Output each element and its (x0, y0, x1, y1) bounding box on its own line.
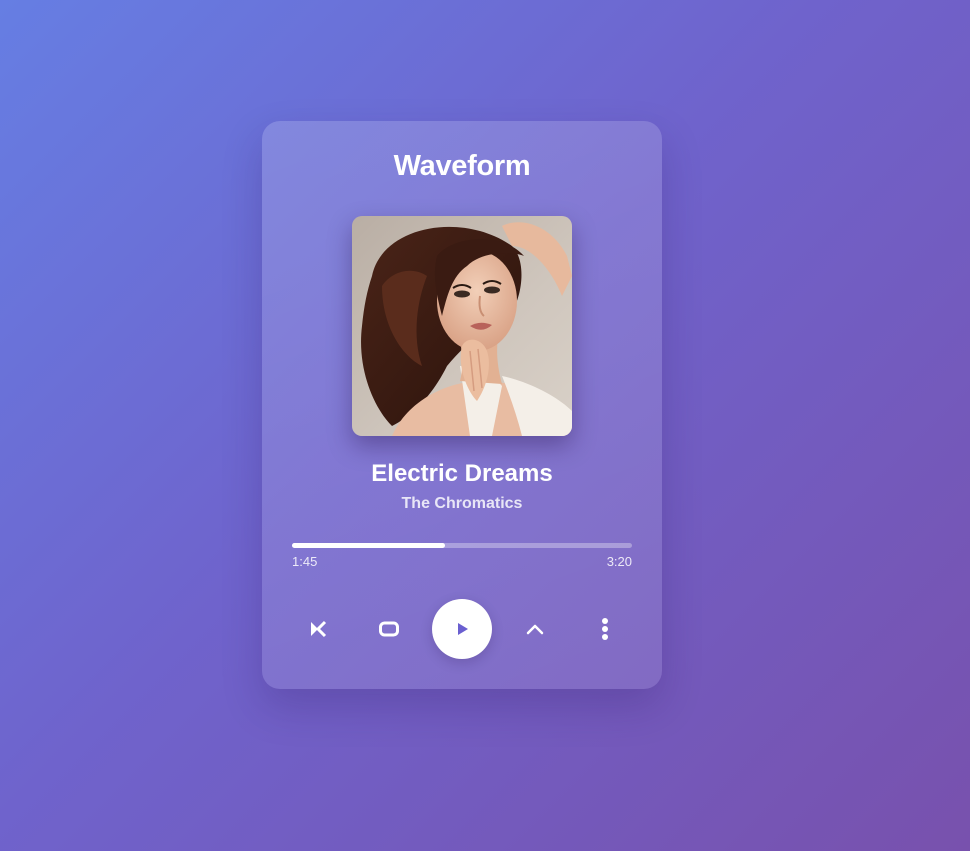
album-cover (352, 216, 572, 436)
repeat-icon (379, 621, 399, 637)
play-icon (458, 623, 468, 635)
more-vertical-icon (602, 618, 608, 640)
total-time: 3:20 (606, 554, 632, 569)
progress-fill (292, 543, 445, 548)
play-button[interactable] (432, 599, 492, 659)
track-artist: The Chromatics (401, 495, 523, 512)
shuffle-icon (311, 620, 327, 638)
current-time: 1:45 (292, 554, 318, 569)
player-card: Waveform Electric Dreams The Chromatics … (262, 121, 662, 689)
chevron-up-icon (526, 624, 544, 635)
expand-button[interactable] (517, 611, 553, 647)
shuffle-button[interactable] (300, 611, 336, 647)
app-title: Waveform (393, 150, 531, 182)
progress-bar[interactable] (292, 543, 632, 548)
album-art-image (352, 216, 572, 436)
track-title: Electric Dreams (371, 460, 553, 487)
repeat-button[interactable] (371, 611, 407, 647)
more-options-button[interactable] (587, 611, 623, 647)
